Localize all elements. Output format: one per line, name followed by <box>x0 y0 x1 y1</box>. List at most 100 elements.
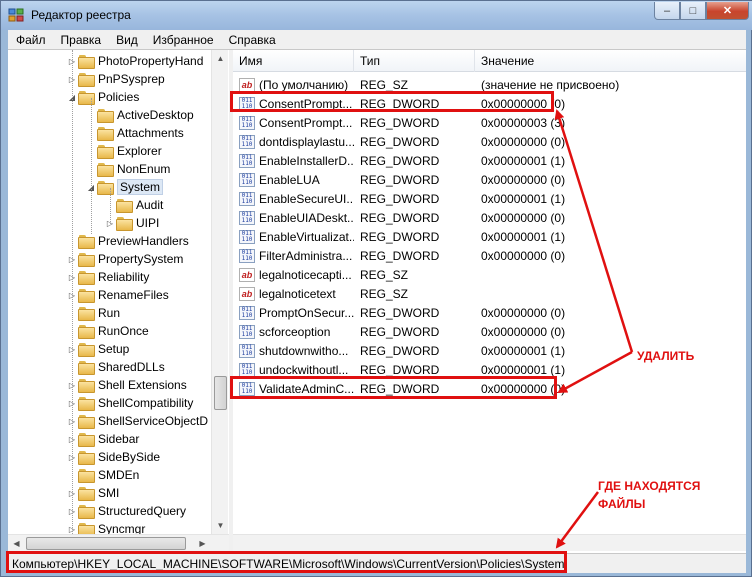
tree-item[interactable]: ActiveDesktop <box>85 106 194 124</box>
location-annotation-line1: ГДЕ НАХОДЯТСЯ <box>598 479 701 493</box>
value-data: 0x00000001 (1) <box>481 362 566 377</box>
column-type[interactable]: Тип <box>354 50 475 72</box>
tree-item[interactable]: ◢ Policies <box>66 88 139 106</box>
value-data: 0x00000000 (0) <box>481 324 566 339</box>
tree-item[interactable]: ▷ StructuredQuery <box>66 502 186 520</box>
column-name[interactable]: Имя <box>233 50 354 72</box>
tree-item[interactable]: ▷ Setup <box>66 340 129 358</box>
tree-item[interactable]: NonEnum <box>85 160 170 178</box>
value-row[interactable]: 011 110 EnableSecureUI... REG_DWORD 0x000000… <box>233 189 746 208</box>
value-row[interactable]: 011 110 ConsentPrompt... REG_DWORD 0x0000000… <box>233 94 746 113</box>
dword-glyph-bottom: 110 <box>241 235 253 243</box>
menu-file[interactable]: Файл <box>8 33 53 47</box>
value-type: REG_DWORD <box>360 229 440 244</box>
string-value-icon: ab <box>239 77 255 92</box>
value-type: REG_DWORD <box>360 324 440 339</box>
tree-item[interactable]: Attachments <box>85 124 184 142</box>
tree-horizontal-scrollbar[interactable]: ◀ ▶ <box>8 534 229 551</box>
value-row[interactable]: ab legalnoticecapti... REG_SZ <box>233 265 746 284</box>
tree-item[interactable]: SharedDLLs <box>66 358 165 376</box>
value-type: REG_SZ <box>360 77 409 92</box>
value-row[interactable]: 011 110 EnableInstallerD... REG_DWORD 0x0000… <box>233 151 746 170</box>
value-row[interactable]: 011 110 EnableLUA REG_DWORD 0x00000000 (0) <box>233 170 746 189</box>
scroll-left-icon[interactable]: ◀ <box>8 535 25 552</box>
tree-guide-line <box>72 50 73 534</box>
folder-icon <box>116 198 133 213</box>
tree-item[interactable]: ▷ UIPI <box>104 214 159 232</box>
tree-item[interactable]: ▷ ShellCompatibility <box>66 394 193 412</box>
tree-item[interactable]: Run <box>66 304 120 322</box>
list-horizontal-scrollbar[interactable] <box>233 534 746 551</box>
tree-item[interactable]: ▷ Sidebar <box>66 430 139 448</box>
value-row[interactable]: 011 110 EnableUIADeskt... REG_DWORD 0x000000… <box>233 208 746 227</box>
value-type: REG_SZ <box>360 267 409 282</box>
tree-item[interactable]: RunOnce <box>66 322 149 340</box>
tree-item[interactable]: Audit <box>104 196 163 214</box>
folder-icon <box>78 432 95 447</box>
menu-favorites[interactable]: Избранное <box>145 33 221 47</box>
value-row[interactable]: 011 110 ConsentPrompt... REG_DWORD 0x0000000… <box>233 113 746 132</box>
value-row[interactable]: ab legalnoticetext REG_SZ <box>233 284 746 303</box>
folder-icon <box>78 324 95 339</box>
dword-value-icon: 011 110 <box>239 191 255 206</box>
tree-hscroll-thumb[interactable] <box>26 537 186 550</box>
minimize-button[interactable]: – <box>654 2 680 20</box>
string-value-icon: ab <box>239 267 255 282</box>
tree-item[interactable]: Explorer <box>85 142 162 160</box>
tree-item[interactable]: ▷ Syncmgr <box>66 520 145 534</box>
tree-item-label: RenameFiles <box>98 288 169 302</box>
value-row[interactable]: 011 110 ValidateAdminC... REG_DWORD 0x000000… <box>233 379 746 398</box>
dword-glyph-bottom: 110 <box>241 349 253 357</box>
value-type: REG_DWORD <box>360 343 440 358</box>
value-row[interactable]: 011 110 EnableVirtualizat... REG_DWORD 0x000… <box>233 227 746 246</box>
tree-item[interactable]: ▷ PnPSysprep <box>66 70 165 88</box>
value-name: legalnoticecapti... <box>259 267 352 282</box>
tree-item[interactable]: ◢ System <box>85 178 164 196</box>
folder-icon <box>97 108 114 123</box>
folder-icon <box>78 270 95 285</box>
value-row[interactable]: 011 110 scforceoption REG_DWORD 0x00000000 (… <box>233 322 746 341</box>
column-value[interactable]: Значение <box>475 50 746 72</box>
scroll-right-icon[interactable]: ▶ <box>194 535 211 552</box>
value-row[interactable]: 011 110 FilterAdministra... REG_DWORD 0x0000… <box>233 246 746 265</box>
title-bar[interactable]: Редактор реестра – □ ✕ <box>1 1 752 30</box>
value-row[interactable]: 011 110 dontdisplaylastu... REG_DWORD 0x0000… <box>233 132 746 151</box>
menu-edit[interactable]: Правка <box>53 33 109 47</box>
tree-item[interactable]: ▷ RenameFiles <box>66 286 169 304</box>
tree-item-label: Attachments <box>117 126 184 140</box>
folder-icon <box>78 72 95 87</box>
close-button[interactable]: ✕ <box>706 2 749 20</box>
scroll-down-icon[interactable]: ▼ <box>212 517 229 534</box>
value-name-cell: 011 110 shutdownwitho... <box>239 341 354 360</box>
scroll-up-icon[interactable]: ▲ <box>212 50 229 67</box>
folder-icon <box>78 54 95 69</box>
tree-item[interactable]: ▷ ShellServiceObjectD <box>66 412 208 430</box>
tree-item[interactable]: SMDEn <box>66 466 139 484</box>
dword-value-icon: 011 110 <box>239 210 255 225</box>
tree-vertical-scrollbar[interactable]: ▲ ▼ <box>211 50 228 534</box>
tree-item[interactable]: ▷ Reliability <box>66 268 149 286</box>
tree-item-label: Syncmgr <box>98 522 146 534</box>
value-type: REG_DWORD <box>360 96 440 111</box>
value-name-cell: 011 110 EnableUIADeskt... <box>239 208 354 227</box>
value-row[interactable]: ab (По умолчанию) REG_SZ (значение не присв… <box>233 75 746 94</box>
menu-help[interactable]: Справка <box>221 33 283 47</box>
value-data: 0x00000001 (1) <box>481 229 566 244</box>
maximize-button[interactable]: □ <box>680 2 706 20</box>
tree-scroll-thumb[interactable] <box>214 376 227 410</box>
dword-glyph-bottom: 110 <box>241 159 253 167</box>
tree-item[interactable]: ▷ PropertySystem <box>66 250 183 268</box>
tree-item[interactable]: ▷ PhotoPropertyHand <box>66 52 203 70</box>
value-row[interactable]: 011 110 PromptOnSecur... REG_DWORD 0x0000000… <box>233 303 746 322</box>
value-name-cell: 011 110 ConsentPrompt... <box>239 113 354 132</box>
tree-item[interactable]: ▷ Shell Extensions <box>66 376 187 394</box>
folder-icon <box>97 162 114 177</box>
dword-glyph-bottom: 110 <box>241 197 253 205</box>
tree-item-label: SideBySide <box>98 450 161 464</box>
tree-item-label: PreviewHandlers <box>98 234 189 248</box>
value-type: REG_DWORD <box>360 172 440 187</box>
tree-item[interactable]: ▷ SMI <box>66 484 119 502</box>
tree-item[interactable]: PreviewHandlers <box>66 232 189 250</box>
tree-item[interactable]: ▷ SideBySide <box>66 448 160 466</box>
menu-view[interactable]: Вид <box>108 33 145 47</box>
